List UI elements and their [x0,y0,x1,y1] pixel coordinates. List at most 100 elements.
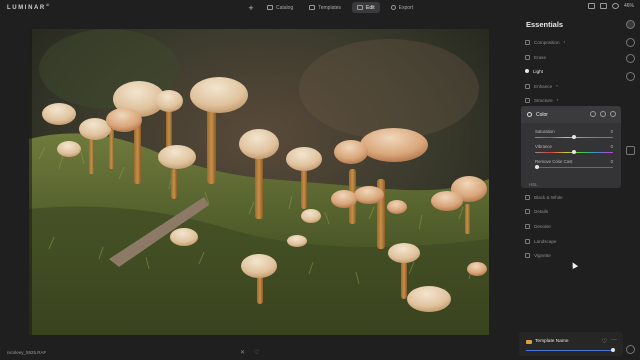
tool-label: Landscape [534,238,557,244]
photo-canvas[interactable] [29,29,489,335]
ai-badge: * [556,97,559,103]
presets-icon[interactable] [626,345,635,354]
enhance-icon [525,83,530,89]
app-window: LUMINARAI + Catalog Templates Edit Expor… [0,0,640,360]
edit-tools-icon[interactable] [626,20,635,29]
history-icon[interactable] [599,3,607,9]
edit-icon [357,5,364,10]
templates-icon [309,5,316,10]
tool-light[interactable]: Light [525,65,621,77]
tool-vignette[interactable]: Vignette [525,249,621,261]
tool-denoise[interactable]: Denoise [525,220,621,232]
tab-export[interactable]: Export [386,2,418,13]
tool-composition[interactable]: Composition * [525,36,621,48]
tool-landscape[interactable]: Landscape [525,235,621,247]
erase-icon [525,54,530,60]
slider-value[interactable]: 0 [611,144,613,149]
edit-panel: Essentials Composition * Erase Light Enha… [519,16,623,360]
template-amount-thumb[interactable] [611,348,615,352]
denoise-icon [525,223,530,229]
slider-thumb[interactable] [535,165,539,169]
remove-color-cast-slider[interactable]: Remove Color Cast 0 [535,159,613,173]
vibrance-slider[interactable]: Vibrance 0 [535,144,613,158]
landscape-icon [525,238,530,244]
tab-label: Catalog [276,4,294,11]
bw-icon [525,194,530,200]
template-bar: Template Name ♡ ··· [519,332,623,356]
tool-erase[interactable]: Erase [525,51,621,63]
light-icon [525,69,529,73]
saturation-slider[interactable]: Saturation 0 [535,129,613,143]
tool-label: Vignette [534,252,551,258]
color-tool-actions [590,111,616,117]
top-right-controls: 46% [587,3,634,9]
mask-icon[interactable] [610,111,616,117]
template-more-icon[interactable]: ··· [611,337,617,343]
favorite-heart-icon[interactable]: ♡ [254,349,259,356]
tool-label: Structure [534,97,553,103]
template-amount-slider[interactable] [526,350,614,352]
photo-filename: nicoleey_5925.RAF [7,350,47,355]
info-icon[interactable] [611,3,619,9]
tool-label: Denoise [534,223,551,229]
tab-label: Edit [366,4,375,11]
slider-value[interactable]: 0 [611,159,613,164]
details-icon [525,208,530,214]
slider-label: Saturation [535,129,555,134]
slider-label: Vibrance [535,144,552,149]
reset-icon[interactable] [590,111,596,117]
template-name[interactable]: Template Name [535,339,569,344]
slider-value[interactable]: 0 [611,129,613,134]
slider-label: Remove Color Cast [535,159,573,164]
app-logo: LUMINARAI [7,3,49,11]
tool-label: Light [533,68,543,74]
creative-icon[interactable] [626,146,635,155]
tab-catalog[interactable]: Catalog [262,2,298,13]
slider-thumb[interactable] [572,135,576,139]
tool-label: Black & White [534,194,563,200]
tab-edit[interactable]: Edit [352,2,380,13]
history-panel-icon[interactable] [626,72,635,81]
tab-label: Export [398,4,414,11]
tab-templates[interactable]: Templates [304,2,346,13]
tool-enhance[interactable]: Enhance * [525,80,621,92]
composition-icon [525,39,530,45]
color-icon [527,112,532,117]
slider-thumb[interactable] [572,150,576,154]
visibility-icon[interactable] [600,111,606,117]
mushroom-photo [29,29,489,335]
tab-label: Templates [318,4,342,11]
tool-label: Erase [534,54,547,60]
tool-black-white[interactable]: Black & White [525,191,621,203]
structure-icon [525,97,530,103]
tool-label: Enhance [534,83,553,89]
vignette-icon [525,252,530,258]
ai-badge: * [563,39,566,45]
color-tool-card: Color Saturation 0 Vibrance 0 Remove Col… [521,106,621,188]
canvas-icon[interactable] [626,54,635,63]
add-photos-button[interactable]: + [246,3,256,13]
template-favorite-icon[interactable]: ♡ [602,338,607,345]
slider-track[interactable] [535,167,613,169]
main-nav: + Catalog Templates Edit Export [246,2,418,13]
tool-structure[interactable]: Structure * [525,94,621,106]
compare-icon[interactable] [587,3,595,9]
panel-title: Essentials [526,20,564,29]
color-tool-title: Color [536,112,548,118]
reject-icon[interactable]: ✕ [240,349,245,356]
logo-sup: AI [45,3,50,7]
ai-badge: * [556,83,558,89]
export-icon [390,5,396,10]
photo-actions: ✕ ♡ [240,349,259,356]
folder-icon [526,340,532,344]
logo-text: LUMINAR [7,5,46,11]
hsl-section[interactable]: HSL [529,182,537,187]
catalog-icon [267,5,273,10]
tool-details[interactable]: Details [525,205,621,217]
top-bar: LUMINARAI + Catalog Templates Edit Expor… [0,0,640,16]
tool-label: Details [534,208,549,214]
tool-label: Composition [534,39,560,45]
layers-icon[interactable] [626,38,635,47]
color-tool-header[interactable]: Color [521,106,621,123]
zoom-level[interactable]: 46% [624,3,634,9]
